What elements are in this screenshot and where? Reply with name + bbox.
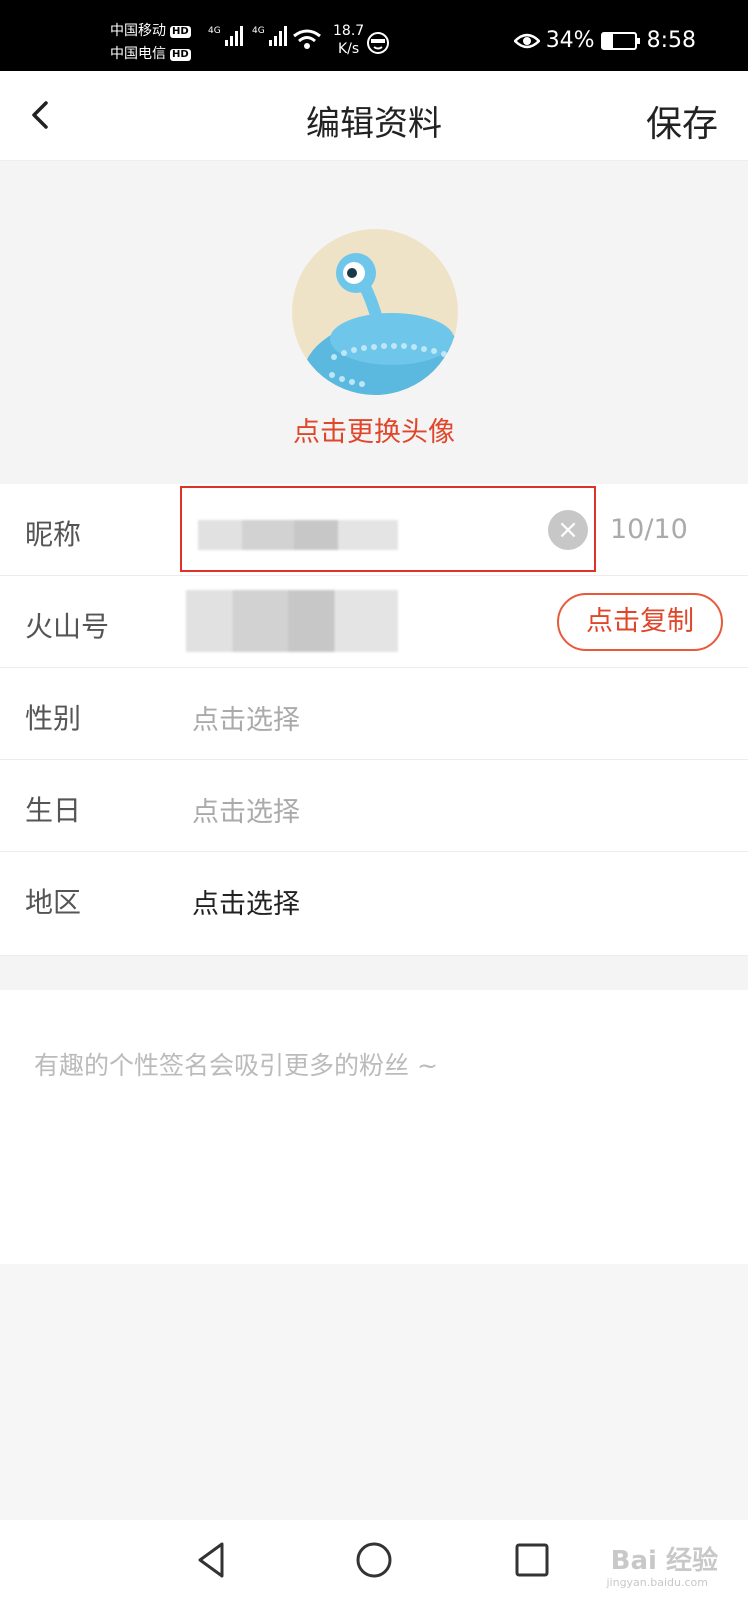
- copy-button[interactable]: 点击复制: [557, 593, 723, 651]
- hd-badge: HD: [170, 48, 191, 61]
- birthday-row[interactable]: 生日 点击选择: [0, 760, 748, 852]
- nav-recents-icon[interactable]: [508, 1536, 556, 1584]
- avatar-section: 点击更换头像: [0, 161, 748, 494]
- nickname-row: 昵称 × 10/10: [0, 484, 748, 576]
- signature-field[interactable]: 有趣的个性签名会吸引更多的粉丝 ~: [0, 990, 748, 1264]
- nav-home-icon[interactable]: [350, 1536, 398, 1584]
- change-avatar-button[interactable]: 点击更换头像: [0, 410, 748, 449]
- top-bar: 编辑资料 保存: [0, 71, 748, 161]
- alien-avatar-icon: [302, 253, 458, 395]
- birthday-value[interactable]: 点击选择: [192, 790, 300, 829]
- char-count: 10/10: [610, 514, 688, 545]
- signal-icon: 4G: [208, 26, 243, 46]
- carrier-info: 中国移动 HD 中国电信 HD: [110, 20, 191, 66]
- huoshan-id-value: [186, 590, 398, 652]
- region-value[interactable]: 点击选择: [192, 882, 300, 921]
- eye-icon: [513, 33, 540, 48]
- network-speed: 18.7 K/s: [333, 23, 365, 57]
- save-button[interactable]: 保存: [646, 95, 718, 147]
- page-title: 编辑资料: [306, 104, 442, 144]
- status-bar: 中国移动 HD 中国电信 HD 4G 4G 18.7 K/s 34% 8:58: [0, 0, 748, 71]
- huoshan-id-label: 火山号: [25, 610, 110, 643]
- highlight-box: [180, 486, 596, 572]
- gender-value[interactable]: 点击选择: [192, 698, 300, 737]
- avatar[interactable]: [292, 229, 458, 395]
- battery-percent: 34%: [545, 28, 595, 53]
- carrier-1: 中国移动: [110, 23, 166, 39]
- signature-placeholder: 有趣的个性签名会吸引更多的粉丝 ~: [34, 1051, 438, 1080]
- hd-badge: HD: [170, 25, 191, 38]
- region-row[interactable]: 地区 点击选择: [0, 852, 748, 956]
- region-label: 地区: [25, 886, 82, 919]
- clock: 8:58: [646, 28, 696, 53]
- status-right: 34% 8:58: [513, 28, 696, 53]
- gender-label: 性别: [25, 702, 82, 735]
- signal-icon: 4G: [252, 26, 287, 46]
- battery-icon: [600, 31, 640, 50]
- system-nav-bar: Bai 经验 jingyan.baidu.com: [0, 1520, 748, 1600]
- carrier-2: 中国电信: [110, 46, 166, 62]
- watermark-url: jingyan.baidu.com: [606, 1576, 708, 1589]
- face-icon: [367, 32, 389, 54]
- clear-icon[interactable]: ×: [548, 510, 588, 550]
- huoshan-id-row: 火山号 点击复制: [0, 576, 748, 668]
- wifi-icon: [293, 29, 321, 49]
- birthday-label: 生日: [25, 794, 82, 827]
- section-divider: [0, 956, 748, 990]
- watermark-logo: Bai 经验: [610, 1546, 718, 1576]
- nav-back-icon[interactable]: [188, 1536, 236, 1584]
- nickname-label: 昵称: [25, 518, 82, 551]
- gender-row[interactable]: 性别 点击选择: [0, 668, 748, 760]
